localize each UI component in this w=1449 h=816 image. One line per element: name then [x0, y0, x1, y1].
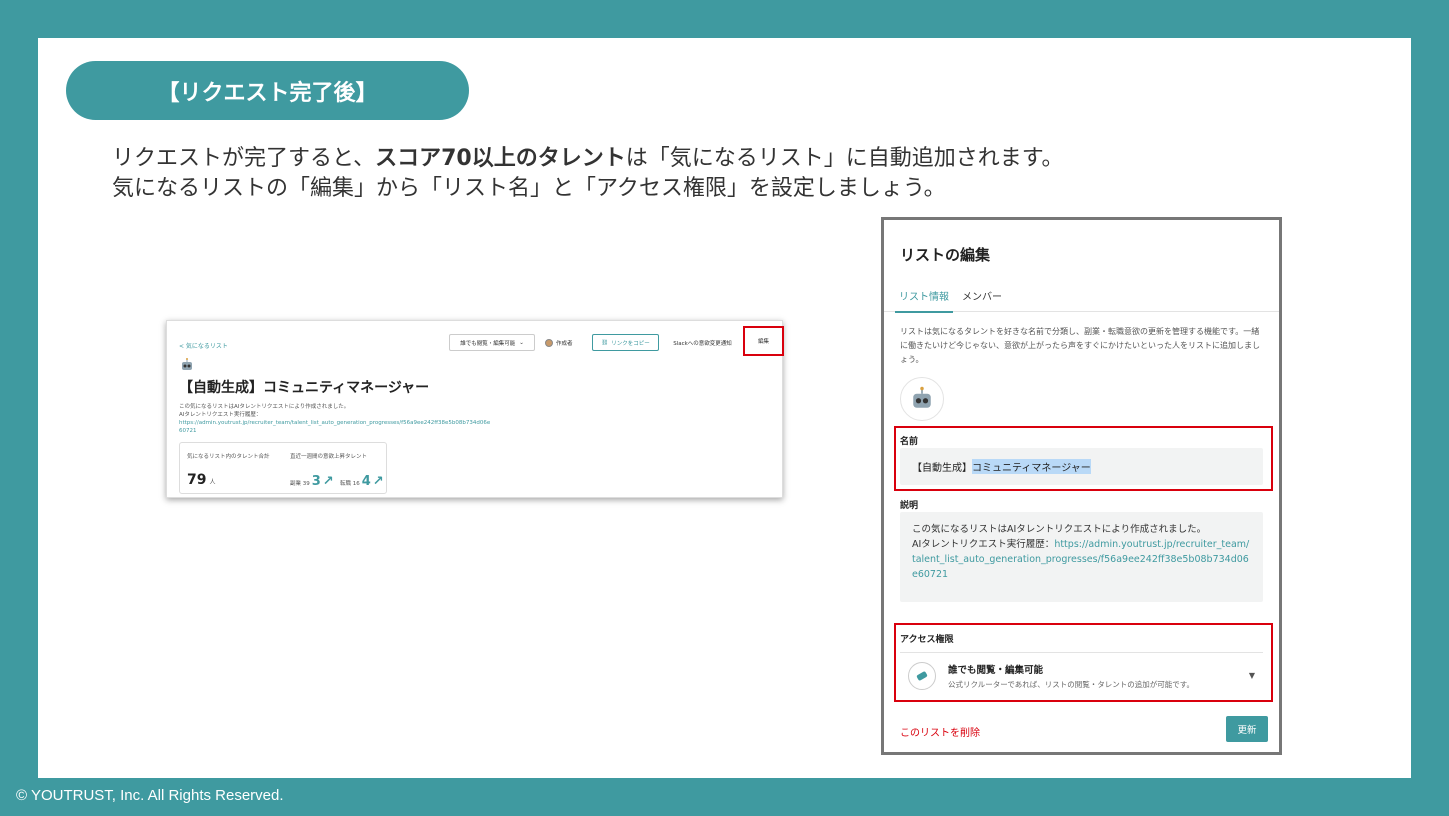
access-option: 誰でも閲覧・編集可能 公式リクルーターであれば、リストの閲覧・タレントの追加が可…	[948, 662, 1194, 690]
dialog-tabs: リスト情報 メンバー	[884, 278, 1279, 313]
slide: 【リクエスト完了後】 リクエストが完了すると、スコア70以上のタレントは「気にな…	[38, 38, 1411, 778]
description-input[interactable]: この気になるリストはAIタレントリクエストにより作成されました。 AIタレントリ…	[900, 512, 1263, 602]
stat-total-value: 79	[187, 472, 207, 488]
trend-up-icon: ↗	[372, 474, 384, 489]
stat-side-job-label: 副業 39	[290, 481, 310, 487]
description-label: 説明	[900, 501, 919, 511]
dialog-title: リストの編集	[900, 246, 991, 264]
delete-list-link[interactable]: このリストを削除	[900, 724, 980, 739]
desc-line-2-prefix: AIタレントリクエスト実行履歴：	[912, 539, 1055, 550]
list-desc-link-2[interactable]: 60721	[179, 427, 490, 435]
author-badge[interactable]: 作成者	[545, 334, 585, 351]
stat-recent-label: 直近一週間の意欲上昇タレント	[290, 454, 368, 460]
chevron-down-icon: ⌄	[519, 339, 524, 346]
stat-total: 79 人	[187, 472, 216, 488]
stat-side-job-value: 3	[311, 474, 321, 489]
tab-list-info[interactable]: リスト情報	[895, 288, 953, 313]
stat-total-label: 気になるリスト内のタレント合計	[187, 454, 270, 460]
robot-icon	[913, 386, 931, 408]
update-button[interactable]: 更新	[1226, 716, 1268, 742]
desc-line-1: この気になるリストはAIタレントリクエストにより作成されました。	[912, 524, 1207, 535]
edit-button[interactable]: 編集	[743, 326, 784, 356]
copyright-footer: © YOUTRUST, Inc. All Rights Reserved.	[16, 787, 284, 804]
list-title: 【自動生成】コミュニティマネージャー	[179, 380, 430, 396]
dialog-explanation: リストは気になるタレントを好きな名前で分類し、副業・転職意欲の更新を管理する機能…	[900, 327, 1260, 364]
copy-link-label: リンクをコピー	[611, 340, 650, 347]
section-pill: 【リクエスト完了後】	[66, 61, 469, 120]
permission-select-label: 誰でも閲覧・編集可能	[460, 340, 516, 347]
name-selected-text: コミュニティマネージャー	[972, 459, 1091, 474]
access-option-desc: 公式リクルーターであれば、リストの閲覧・タレントの追加が可能です。	[948, 679, 1194, 689]
intro-line-2: 気になるリストの「編集」から「リスト名」と「アクセス権限」を設定しましょう。	[112, 176, 946, 201]
list-desc-link-1[interactable]: https://admin.youtrust.jp/recruiter_team…	[179, 419, 490, 427]
eraser-icon	[908, 661, 936, 690]
stat-job-change: 転職 16 4 ↗	[340, 474, 384, 489]
access-select[interactable]: 誰でも閲覧・編集可能 公式リクルーターであれば、リストの閲覧・タレントの追加が可…	[900, 652, 1263, 698]
list-description: この気になるリストはAIタレントリクエストにより作成されました。 AIタレントリ…	[179, 403, 490, 435]
list-page-screenshot: < 気になるリスト 誰でも閲覧・編集可能 ⌄ 作成者 ⛓ リンクをコピー Sla…	[166, 320, 784, 498]
name-label: 名前	[900, 437, 919, 447]
copy-link-button[interactable]: ⛓ リンクをコピー	[592, 334, 659, 351]
stats-card: 気になるリスト内のタレント合計 直近一週間の意欲上昇タレント 79 人 副業 39…	[179, 442, 387, 494]
robot-icon	[182, 358, 192, 370]
access-label: アクセス権限	[900, 635, 954, 645]
link-icon: ⛓	[601, 339, 609, 346]
trend-up-icon: ↗	[322, 474, 334, 489]
author-avatar	[545, 338, 553, 347]
list-avatar[interactable]	[900, 377, 944, 421]
list-desc-line-1: この気になるリストはAIタレントリクエストにより作成されました。	[179, 404, 350, 410]
name-prefix: 【自動生成】	[912, 463, 972, 474]
edit-list-dialog: リストの編集 リスト情報 メンバー リストは気になるタレントを好きな名前で分類し…	[881, 217, 1282, 755]
desc-line-2: AIタレントリクエスト実行履歴：https://admin.youtrust.j…	[912, 537, 1251, 582]
author-label: 作成者	[556, 340, 573, 347]
slack-notify-button[interactable]: Slackへの意欲変更通知	[665, 334, 740, 351]
access-option-title: 誰でも閲覧・編集可能	[948, 664, 1044, 676]
stat-side-job: 副業 39 3 ↗	[290, 474, 334, 489]
stat-job-change-label: 転職 16	[340, 481, 360, 487]
intro-text: リクエストが完了すると、スコア70以上のタレントは「気になるリスト」に自動追加さ…	[112, 144, 1312, 204]
list-desc-line-2: AIタレントリクエスト実行履歴：	[179, 412, 262, 418]
tab-members[interactable]: メンバー	[962, 288, 1002, 303]
name-input[interactable]: 【自動生成】 コミュニティマネージャー	[900, 448, 1263, 485]
caret-down-icon: ▼	[1248, 671, 1255, 680]
intro-line-1-bold: スコア70以上のタレント	[375, 146, 626, 171]
back-link[interactable]: < 気になるリスト	[179, 341, 228, 350]
intro-line-1-post: は「気になるリスト」に自動追加されます。	[625, 146, 1064, 171]
stat-job-change-value: 4	[361, 474, 371, 489]
intro-line-1-pre: リクエストが完了すると、	[112, 146, 376, 171]
intro-line-1: リクエストが完了すると、スコア70以上のタレントは「気になるリスト」に自動追加さ…	[112, 144, 1312, 174]
permission-select[interactable]: 誰でも閲覧・編集可能 ⌄	[449, 334, 535, 351]
stat-total-unit: 人	[209, 479, 216, 486]
